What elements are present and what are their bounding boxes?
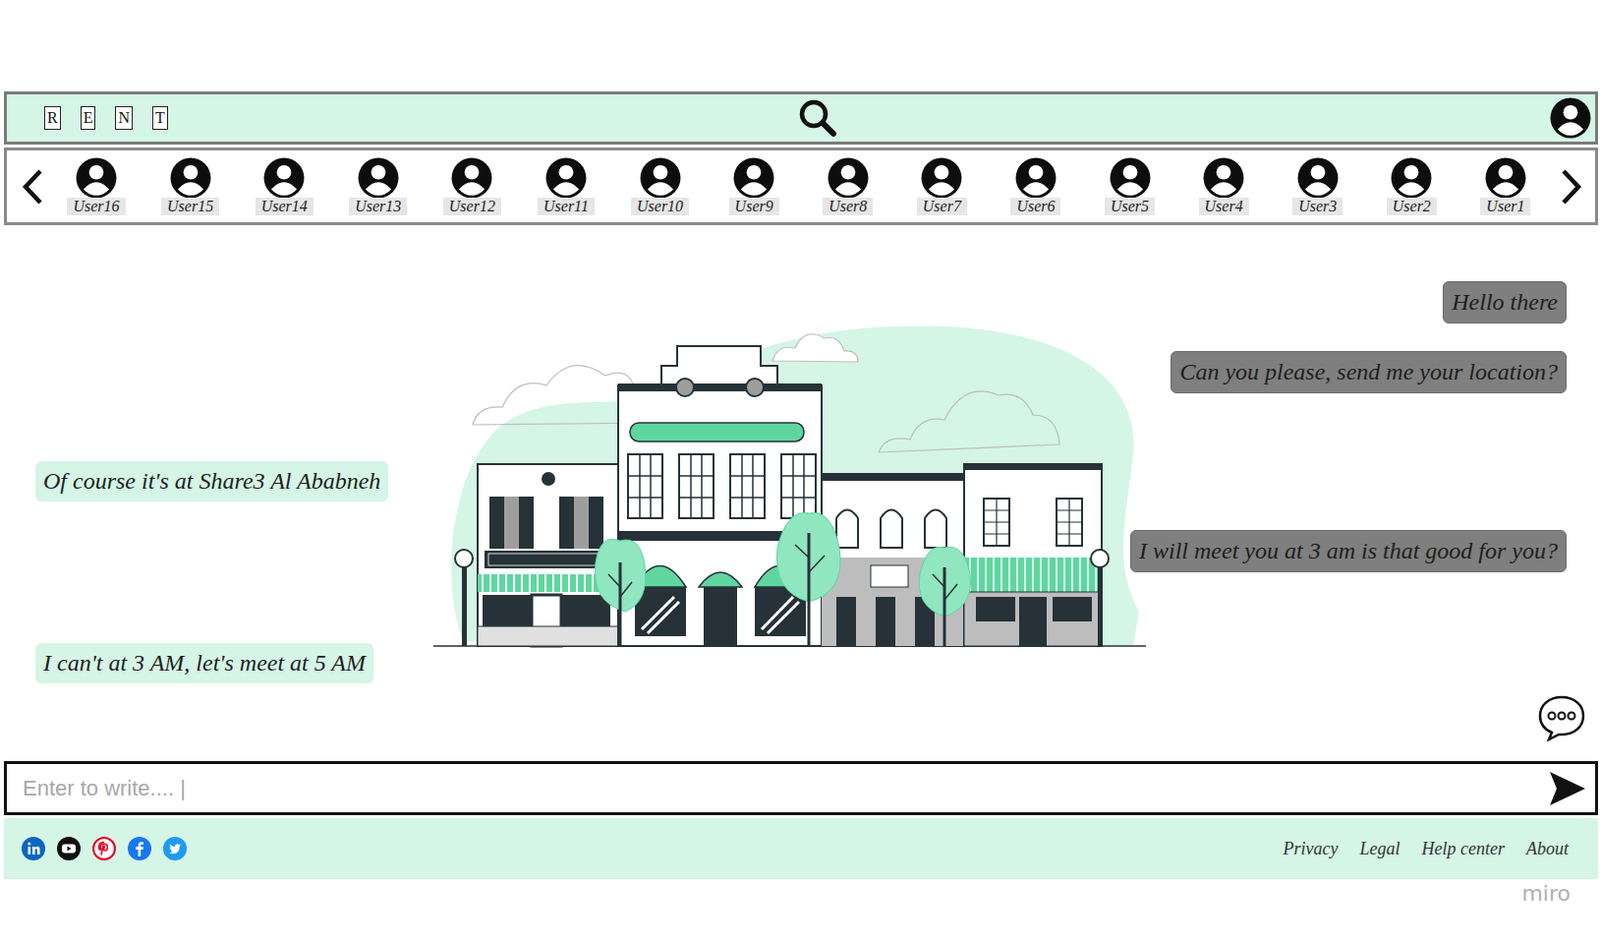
facebook-icon[interactable]	[127, 836, 152, 860]
footer-link[interactable]: Legal	[1360, 838, 1401, 859]
user-avatar-icon	[733, 157, 775, 199]
user-label: User8	[822, 197, 873, 216]
user-label: User4	[1199, 197, 1250, 216]
user-avatar-icon	[545, 157, 587, 199]
user-avatar-icon	[639, 157, 682, 199]
user-label: User15	[161, 197, 220, 216]
user-label: User6	[1010, 197, 1061, 216]
user-avatar-icon	[263, 157, 305, 199]
user-item[interactable]: User9	[721, 157, 787, 216]
message-bubble: Of course it's at Share3 Al Ababneh	[35, 460, 389, 502]
footer-link[interactable]: Privacy	[1283, 838, 1339, 859]
user-avatar-icon	[1297, 157, 1339, 199]
twitter-icon[interactable]	[163, 836, 187, 860]
message-bubble: Hello there	[1442, 281, 1567, 324]
linkedin-icon[interactable]	[21, 836, 46, 860]
footer: Privacy Legal Help center About	[3, 817, 1599, 879]
user-label: User7	[916, 197, 968, 216]
message-text: Hello there	[1451, 288, 1558, 315]
user-avatar-icon	[1109, 157, 1151, 199]
search-icon[interactable]	[797, 97, 839, 139]
youtube-icon[interactable]	[57, 836, 81, 860]
logo-letter: N	[114, 106, 133, 130]
user-label: User9	[729, 197, 780, 216]
user-label: User14	[255, 197, 314, 216]
user-list: User16 User15 User14 User13 User12 User11 User…	[46, 157, 1558, 216]
user-item[interactable]: User3	[1285, 157, 1351, 216]
user-item[interactable]: User6	[1003, 157, 1069, 216]
profile-icon[interactable]	[1549, 97, 1592, 139]
user-avatar-icon	[920, 157, 963, 199]
user-label: User1	[1480, 197, 1531, 216]
user-label: User2	[1386, 197, 1437, 216]
message-text: I can't at 3 AM, let's meet at 5 AM	[43, 649, 366, 676]
message-text: I will meet you at 3 am is that good for…	[1139, 537, 1558, 564]
message-text: Of course it's at Share3 Al Ababneh	[43, 467, 381, 494]
message-bubble: I will meet you at 3 am is that good for…	[1130, 529, 1567, 572]
user-label: User10	[630, 197, 689, 216]
user-item[interactable]: User11	[533, 157, 599, 216]
user-avatar-icon	[75, 157, 117, 199]
user-avatar-icon	[451, 157, 493, 199]
footer-link[interactable]: About	[1526, 838, 1569, 859]
message-text: Can you please, send me your location?	[1179, 358, 1558, 385]
header-bar: RENT	[3, 91, 1599, 145]
user-label: User12	[443, 197, 502, 216]
input-bar	[3, 760, 1599, 815]
user-item[interactable]: User15	[158, 157, 224, 216]
typing-chat-icon[interactable]	[1537, 693, 1587, 742]
user-label: User13	[348, 197, 407, 216]
user-avatar-icon	[1485, 157, 1527, 199]
user-avatar-icon	[170, 157, 212, 199]
message-bubble: I can't at 3 AM, let's meet at 5 AM	[35, 642, 374, 684]
user-item[interactable]: User4	[1191, 157, 1257, 216]
user-item[interactable]: User12	[439, 157, 505, 216]
users-strip: User16 User15 User14 User13 User12 User11 User…	[3, 147, 1599, 226]
user-item[interactable]: User2	[1378, 157, 1444, 216]
social-links	[21, 836, 187, 860]
user-avatar-icon	[357, 157, 400, 199]
user-item[interactable]: User5	[1097, 157, 1163, 216]
user-avatar-icon	[1202, 157, 1245, 199]
send-icon[interactable]	[1547, 769, 1588, 807]
user-label: User3	[1292, 197, 1343, 216]
user-avatar-icon	[827, 157, 869, 199]
user-item[interactable]: User1	[1473, 157, 1539, 216]
arrow-left-icon[interactable]	[20, 167, 47, 207]
chat-area: Hello there Can you please, send me your …	[0, 225, 1600, 761]
user-item[interactable]: User13	[345, 157, 411, 216]
message-input[interactable]	[20, 774, 1548, 802]
profile-area	[1433, 97, 1592, 139]
user-avatar-icon	[1390, 157, 1432, 199]
logo-letter: R	[44, 106, 61, 130]
logo-letter: E	[80, 106, 97, 130]
user-label: User16	[66, 197, 125, 216]
logo-letter: T	[152, 106, 169, 130]
top-space	[0, 0, 1600, 92]
message-bubble: Can you please, send me your location?	[1170, 350, 1567, 394]
user-item[interactable]: User10	[628, 157, 693, 216]
watermark: miro	[1521, 880, 1571, 906]
arrow-right-icon[interactable]	[1557, 167, 1584, 207]
user-label: User5	[1104, 197, 1155, 216]
user-item[interactable]: User16	[63, 157, 129, 216]
pinterest-icon[interactable]	[92, 836, 116, 860]
user-label: User11	[537, 197, 595, 216]
user-item[interactable]: User7	[909, 157, 974, 216]
footer-link[interactable]: Help center	[1422, 838, 1505, 859]
footer-links: Privacy Legal Help center About	[1283, 838, 1569, 859]
user-item[interactable]: User14	[251, 157, 317, 216]
user-avatar-icon	[1015, 157, 1057, 199]
storefront-illustration	[433, 316, 1174, 672]
user-item[interactable]: User8	[815, 157, 881, 216]
logo[interactable]: RENT	[44, 106, 202, 130]
bottom-area: miro	[0, 878, 1600, 943]
